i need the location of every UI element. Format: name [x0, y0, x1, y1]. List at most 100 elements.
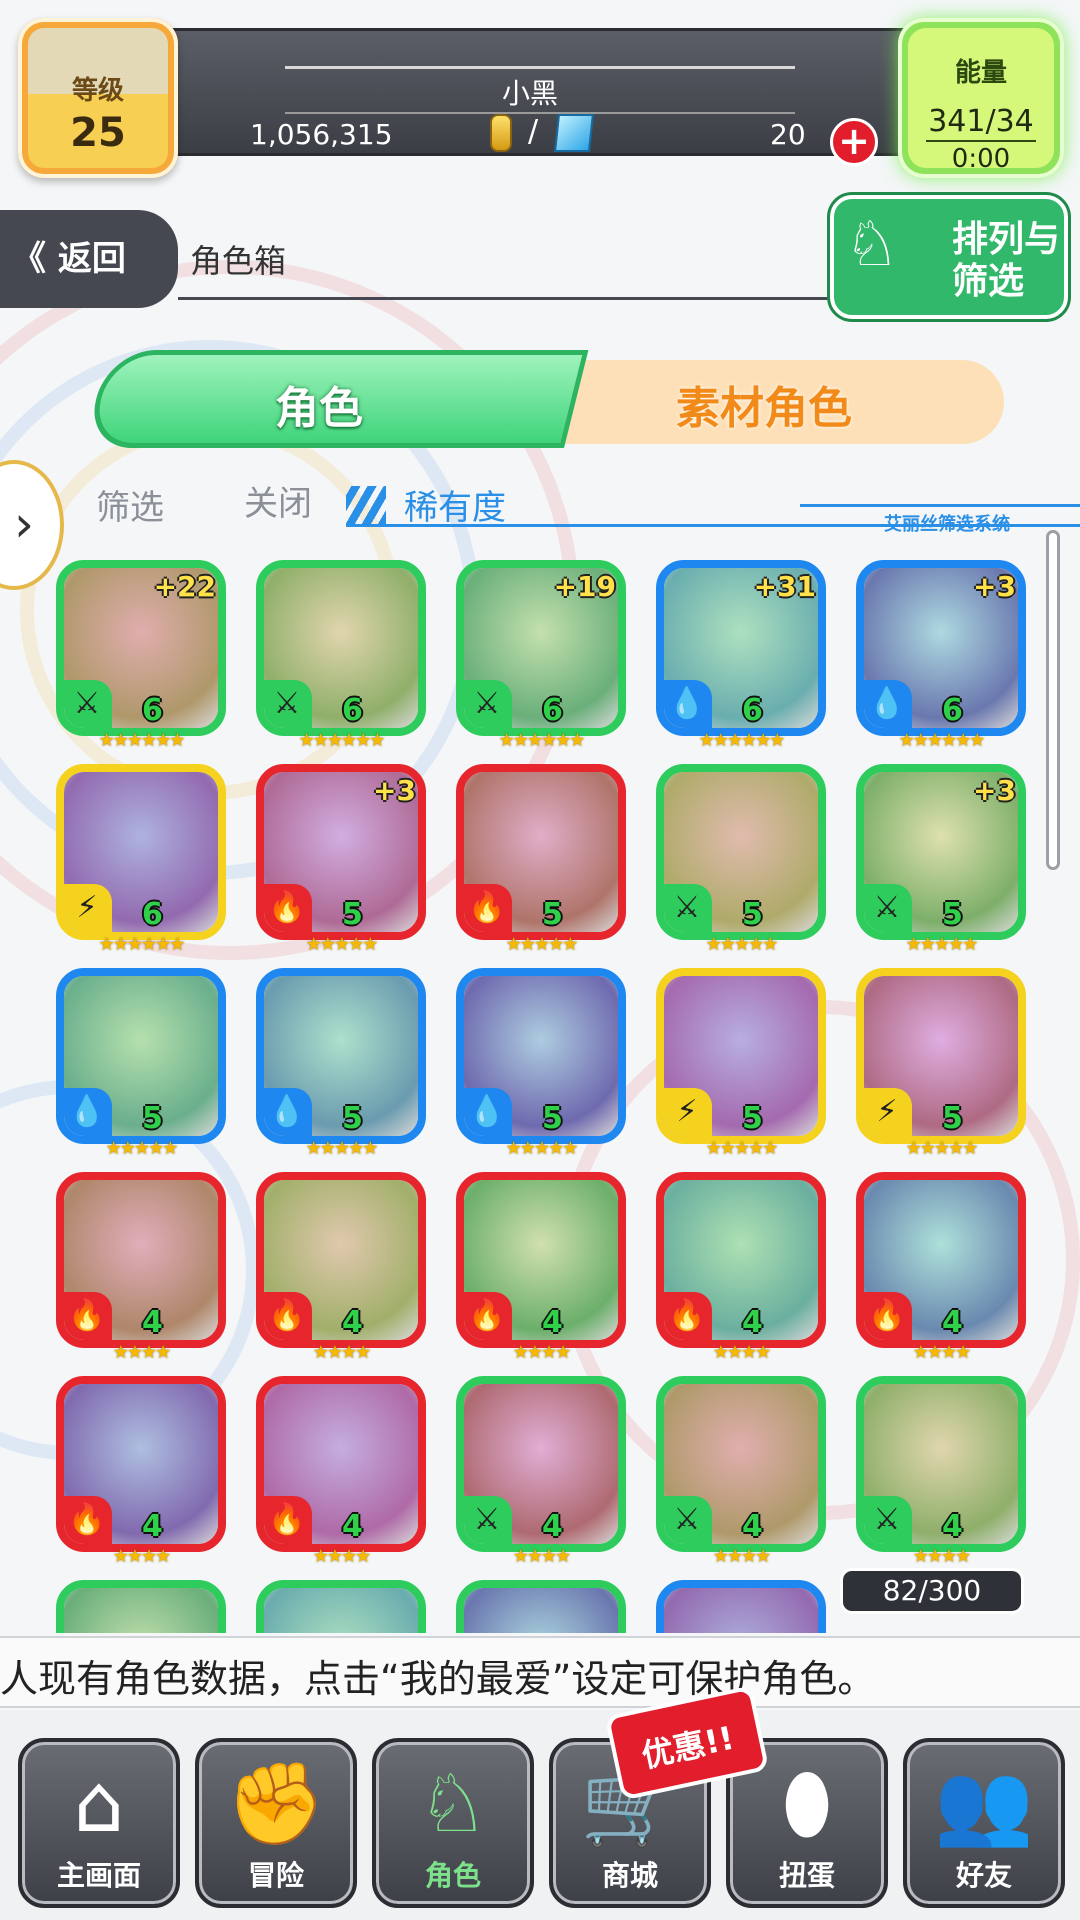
character-card[interactable]: 🔥 5	[456, 764, 626, 940]
character-card[interactable]: 🔥 4	[256, 1172, 426, 1348]
fire-element-icon: 🔥	[264, 1292, 312, 1340]
rarity-stars: ★★★★	[312, 1546, 372, 1567]
back-button[interactable]: 《 返回	[0, 210, 178, 308]
character-card[interactable]: 💧 5	[256, 968, 426, 1144]
character-card[interactable]: 🔥 4	[656, 1172, 826, 1348]
energy-value: 341/34	[928, 104, 1034, 139]
character-level: 4	[142, 1509, 163, 1544]
character-level: 5	[742, 1101, 763, 1136]
sort-filter-button[interactable]: ♘ 排列与筛选	[830, 195, 1068, 319]
character-level: 6	[742, 693, 763, 728]
energy-box[interactable]: 能量 341/34 0:00	[898, 18, 1064, 178]
fire-element-icon: 🔥	[64, 1292, 112, 1340]
rarity-stars: ★★★★★	[505, 1138, 579, 1159]
character-card[interactable]: 💧	[656, 1580, 826, 1633]
character-card[interactable]: ⚔	[456, 1580, 626, 1633]
character-level: 5	[742, 897, 763, 932]
rarity-stars: ★★★★★★	[698, 730, 786, 751]
character-level: 6	[342, 693, 363, 728]
gem-amount: 20	[770, 118, 806, 151]
character-card[interactable]: 🔥 5 +3	[256, 764, 426, 940]
character-level: 6	[142, 693, 163, 728]
tab-bar: 素材角色 角色	[84, 350, 1004, 450]
character-plus-value: +22	[153, 570, 216, 603]
character-plus-value: +3	[373, 774, 416, 807]
character-level: 4	[542, 1509, 563, 1544]
character-card[interactable]: 🔥 4	[256, 1376, 426, 1552]
status-bar: 等级 25 小黑 1,056,315 / 20 + 能量 341/34 0:00	[0, 0, 1080, 190]
wind-element-icon: ⚔	[264, 680, 312, 728]
fire-element-icon: 🔥	[464, 884, 512, 932]
character-card[interactable]: 💧 5	[56, 968, 226, 1144]
character-card[interactable]: 🔥 4	[856, 1172, 1026, 1348]
thunder-element-icon: ⚡	[864, 1088, 912, 1136]
character-card[interactable]: ⚡ 5	[656, 968, 826, 1144]
rarity-stars: ★★★★★★	[98, 730, 186, 751]
name-divider-bottom	[285, 112, 795, 114]
wind-element-icon: ⚔	[464, 680, 512, 728]
wind-element-icon: ⚔	[64, 680, 112, 728]
character-grid: ⚔ 6 +22 ★★★★★★ ⚔ 6 ★★★★★★ ⚔ 6 +19 ★★★★★★ 💧 6 +31 ★★★★★…	[56, 560, 1036, 1633]
character-card[interactable]: ⚔ 4	[856, 1376, 1026, 1552]
character-card[interactable]: ⚔	[56, 1580, 226, 1633]
wind-element-icon: ⚔	[464, 1496, 512, 1544]
character-card[interactable]: ⚔ 4	[656, 1376, 826, 1552]
filter-underline-upper	[800, 504, 1080, 507]
capacity-counter: 82/300	[840, 1568, 1024, 1614]
character-card[interactable]: 🔥 4	[456, 1172, 626, 1348]
side-panel-toggle[interactable]: ›	[0, 460, 64, 590]
name-divider	[285, 66, 795, 69]
nav-handshake[interactable]: ✊ 冒险	[195, 1738, 357, 1908]
character-level: 4	[142, 1305, 163, 1340]
character-card[interactable]: 💧 6 +31	[656, 560, 826, 736]
nav-home[interactable]: ⌂ 主画面	[18, 1738, 180, 1908]
nav-label: 商城	[601, 1859, 658, 1892]
character-card[interactable]: 💧 5	[456, 968, 626, 1144]
rarity-stars: ★★★★	[112, 1546, 172, 1567]
fire-element-icon: 🔥	[864, 1292, 912, 1340]
character-card[interactable]: 🔥 4	[56, 1376, 226, 1552]
character-level: 5	[942, 897, 963, 932]
filter-rarity[interactable]: 稀有度	[404, 480, 506, 529]
character-card[interactable]: ⚡ 5	[856, 968, 1026, 1144]
fire-element-icon: 🔥	[664, 1292, 712, 1340]
character-card[interactable]: 🔥 4	[56, 1172, 226, 1348]
nav-friends[interactable]: 👥 好友	[903, 1738, 1065, 1908]
rarity-stars: ★★★★★	[705, 934, 779, 955]
water-element-icon: 💧	[464, 1088, 512, 1136]
rarity-stars: ★★★★	[512, 1546, 572, 1567]
filter-label[interactable]: 筛选	[96, 480, 164, 529]
character-card[interactable]: ⚔ 6 +22	[56, 560, 226, 736]
rabbit-icon: ♘	[417, 1757, 489, 1850]
character-level: 6	[542, 693, 563, 728]
character-level: 5	[342, 897, 363, 932]
character-portrait	[664, 1588, 818, 1633]
buy-gems-button[interactable]: +	[830, 118, 878, 166]
character-level: 4	[942, 1305, 963, 1340]
rarity-stars: ★★★★	[912, 1546, 972, 1567]
tab-material-label: 素材角色	[676, 383, 852, 434]
filter-toggle-off[interactable]: 关闭	[244, 476, 312, 525]
rarity-stars: ★★★★	[712, 1546, 772, 1567]
character-card[interactable]: 💧 6 +3	[856, 560, 1026, 736]
character-card[interactable]: ⚔ 6 +19	[456, 560, 626, 736]
character-portrait	[464, 1588, 618, 1633]
wind-element-icon: ⚔	[664, 884, 712, 932]
filter-stripe-decoration	[346, 486, 386, 526]
scrollbar-thumb[interactable]	[1046, 530, 1060, 870]
character-card[interactable]: ⚔	[256, 1580, 426, 1633]
water-element-icon: 💧	[264, 1088, 312, 1136]
currency-slash: /	[528, 114, 539, 149]
nav-rabbit[interactable]: ♘ 角色	[372, 1738, 534, 1908]
character-card[interactable]: ⚔ 5	[656, 764, 826, 940]
character-card[interactable]: ⚔ 4	[456, 1376, 626, 1552]
rarity-stars: ★★★★★★	[898, 730, 986, 751]
home-icon: ⌂	[73, 1757, 125, 1850]
character-card[interactable]: ⚔ 5 +3	[856, 764, 1026, 940]
character-card[interactable]: ⚡ 6	[56, 764, 226, 940]
energy-label: 能量	[954, 58, 1007, 88]
rarity-stars: ★★★★	[712, 1342, 772, 1363]
character-level: 6	[942, 693, 963, 728]
character-card[interactable]: ⚔ 6	[256, 560, 426, 736]
character-level: 4	[342, 1305, 363, 1340]
